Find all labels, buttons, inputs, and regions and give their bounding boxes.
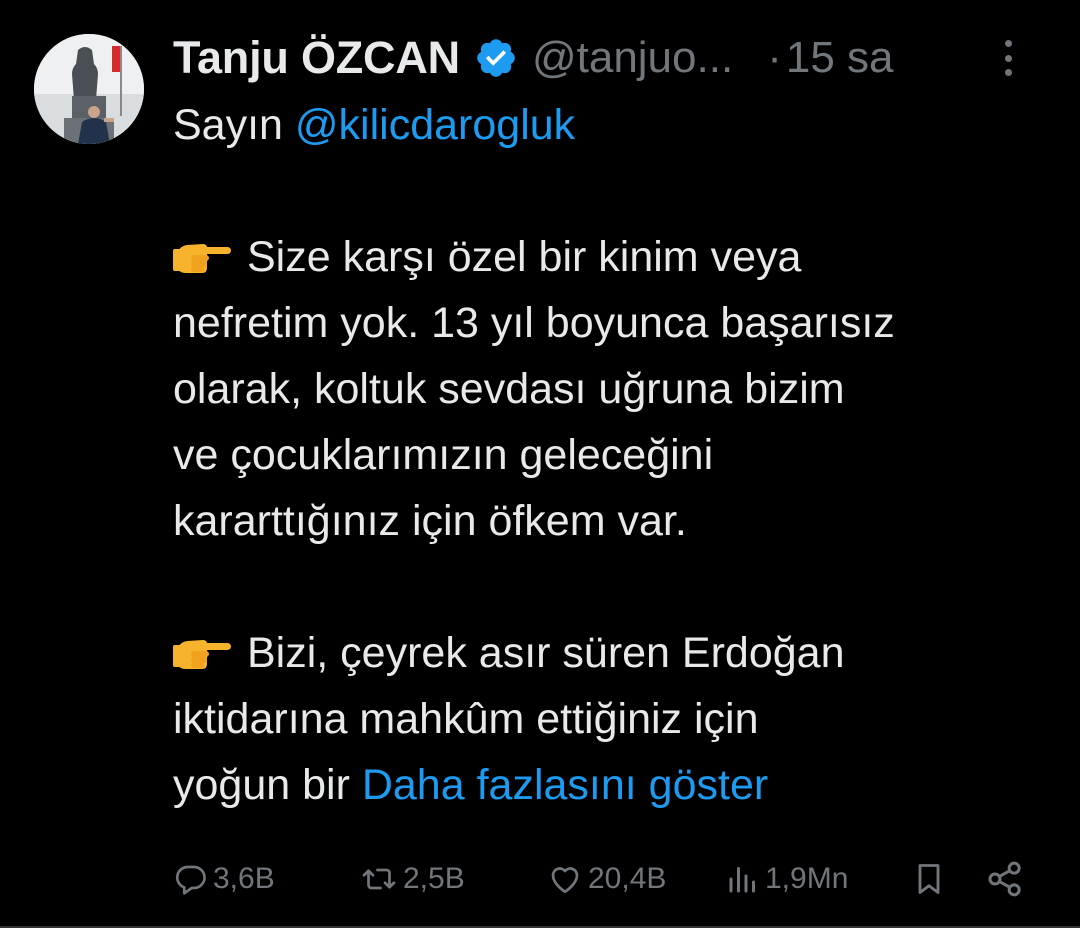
paragraph-2-line-2: iktidarına mahkûm ettiğiniz için [173, 695, 759, 743]
paragraph-2-line-1: Bizi, çeyrek asır süren Erdoğan [247, 629, 845, 677]
separator-dot: · [767, 33, 782, 82]
paragraph-1-line-4: ve çocuklarımızın geleceğini [173, 431, 714, 479]
show-more-link[interactable]: Daha fazlasını göster [362, 761, 768, 809]
paragraph-1-line-3: olarak, koltuk sevdası uğruna bizim [173, 365, 845, 413]
more-options-icon[interactable] [998, 40, 1018, 76]
retweet-count: 2,5B [403, 862, 465, 895]
share-icon [988, 861, 1021, 897]
paragraph-1-line-1: Size karşı özel bir kinim veya [247, 233, 802, 281]
bookmark-button[interactable] [911, 854, 947, 904]
tweet-actions: 3,6B 2,5B 20,4B 1,9Mn [173, 854, 1033, 904]
tweet-header: Tanju ÖZCAN @tanjuo... · 15 sa [173, 26, 1053, 90]
paragraph-1-line-2: nefretim yok. 13 yıl boyunca başarısız [173, 299, 895, 347]
avatar-image [34, 34, 144, 144]
tweet-text: Sayın @kilicdarogluk Size karşı özel bir… [173, 92, 1053, 818]
pointing-right-emoji-icon [173, 640, 231, 669]
paragraph-line: Bizi, çeyrek asır süren Erdoğan [173, 620, 1053, 686]
like-button[interactable]: 20,4B [546, 854, 666, 904]
last-line-text: yoğun bir [173, 761, 362, 809]
mention-link[interactable]: @kilicdarogluk [295, 101, 575, 149]
greeting-line: Sayın @kilicdarogluk [173, 92, 1053, 158]
author-handle[interactable]: @tanjuo... [532, 33, 733, 83]
greeting-text: Sayın [173, 101, 295, 149]
retweet-icon [362, 868, 396, 890]
pointing-right-emoji-icon [173, 244, 231, 273]
avatar[interactable] [34, 34, 144, 144]
bookmark-icon [918, 864, 940, 894]
reply-icon [175, 865, 206, 895]
views-button[interactable]: 1,9Mn [725, 854, 848, 904]
timestamp[interactable]: 15 sa [786, 33, 894, 83]
analytics-icon [729, 867, 755, 893]
views-count: 1,9Mn [765, 862, 849, 895]
paragraph-line: Size karşı özel bir kinim veya [173, 224, 1053, 290]
verified-badge-icon [477, 39, 515, 77]
like-count: 20,4B [588, 862, 667, 895]
reply-button[interactable]: 3,6B [173, 854, 275, 904]
last-line: yoğun bir Daha fazlasını göster [173, 752, 1053, 818]
retweet-button[interactable]: 2,5B [359, 854, 465, 904]
share-button[interactable] [985, 854, 1025, 904]
author-name[interactable]: Tanju ÖZCAN [173, 32, 460, 84]
reply-count: 3,6B [213, 862, 275, 895]
heart-icon [551, 867, 579, 894]
paragraph-1-line-5: kararttığınız için öfkem var. [173, 497, 687, 545]
